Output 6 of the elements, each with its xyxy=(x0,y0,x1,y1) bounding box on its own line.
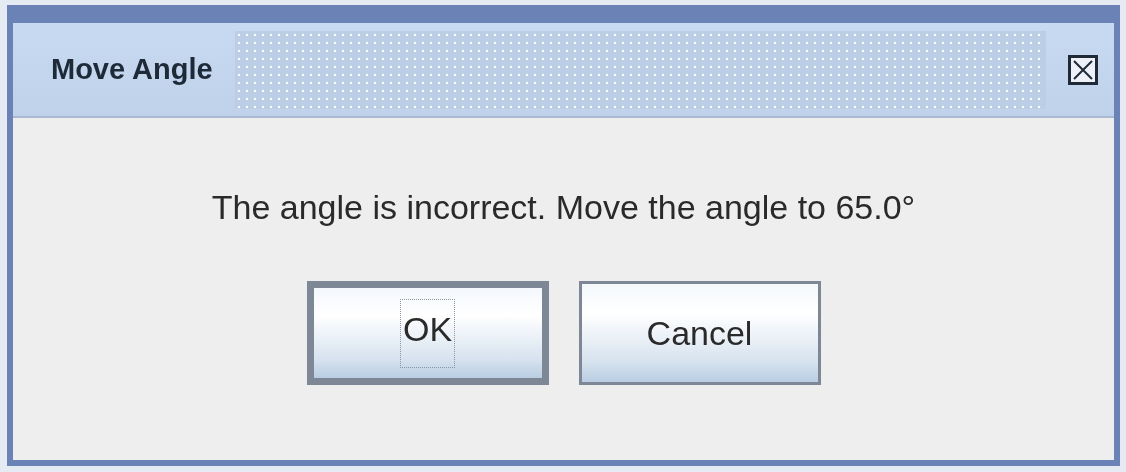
close-button[interactable] xyxy=(1068,54,1098,85)
close-icon xyxy=(1068,54,1098,85)
window-title: Move Angle xyxy=(51,53,213,86)
cancel-button[interactable]: Cancel xyxy=(578,281,821,385)
ok-button[interactable]: OK xyxy=(306,281,549,385)
message-text: The angle is incorrect. Move the angle to 65.0° xyxy=(211,188,916,227)
